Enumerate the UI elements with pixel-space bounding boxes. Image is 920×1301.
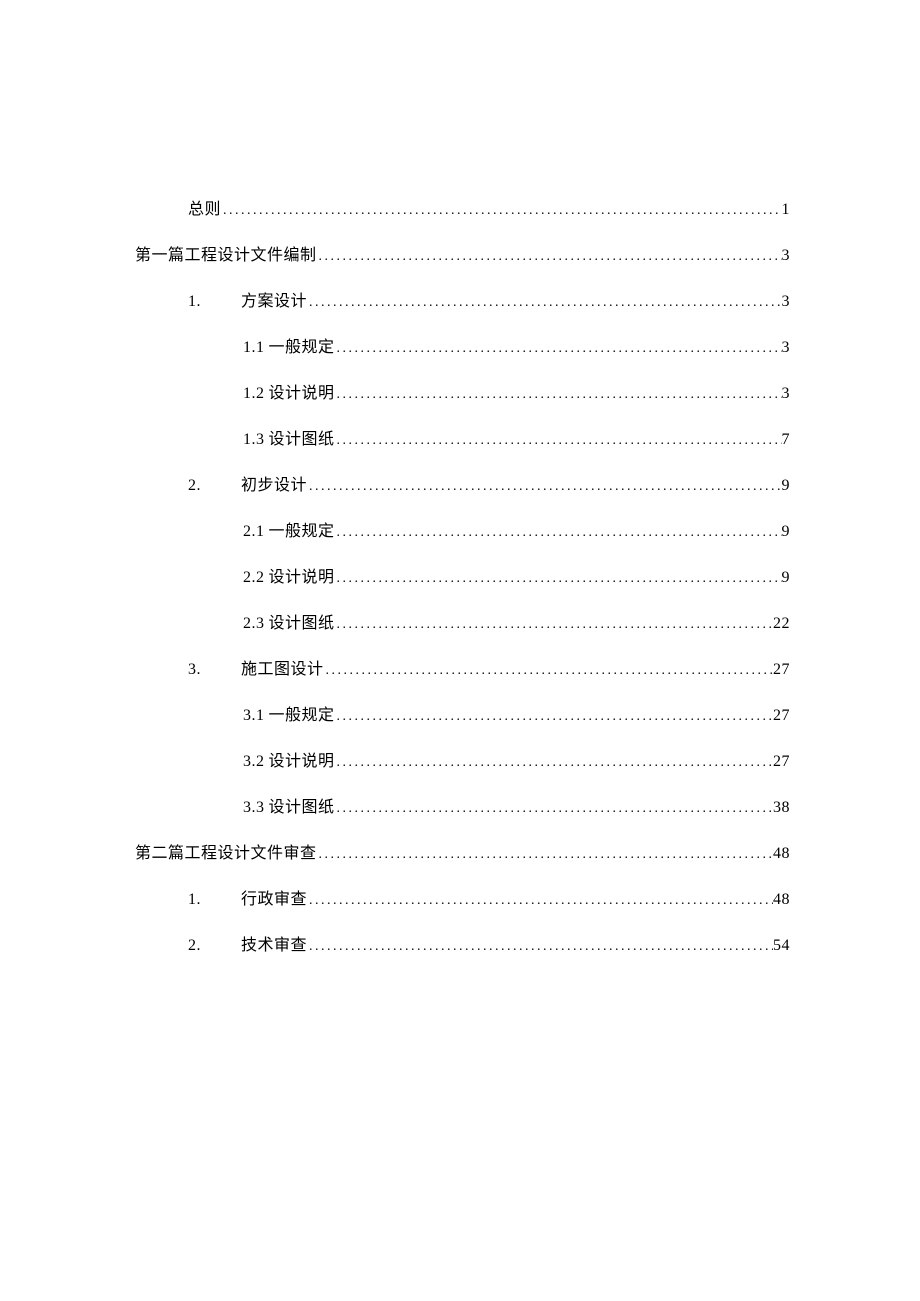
toc-page-number: 27 [773, 753, 790, 771]
toc-leader-dots [317, 249, 782, 265]
toc-number: 2. [188, 477, 241, 495]
toc-entry: 1.行政审查 48 [135, 885, 790, 909]
toc-leader-dots [324, 663, 773, 679]
toc-leader-dots [335, 709, 773, 725]
toc-label: 第一篇工程设计文件编制 [135, 241, 317, 265]
toc-page-number: 54 [773, 937, 790, 955]
toc-label: 方案设计 [241, 287, 307, 311]
toc-label: 技术审查 [241, 931, 307, 955]
toc-entry: 第二篇工程设计文件审查 48 [135, 839, 790, 863]
toc-label: 施工图设计 [241, 655, 324, 679]
toc-entry: 1.2设计说明 3 [135, 379, 790, 403]
toc-number: 1.3 [243, 431, 265, 449]
toc-entry: 3.1一般规定 27 [135, 701, 790, 725]
toc-leader-dots [335, 525, 782, 541]
toc-leader-dots [307, 295, 781, 311]
toc-leader-dots [335, 755, 773, 771]
toc-number: 1. [188, 293, 241, 311]
toc-label: 一般规定 [269, 701, 335, 725]
toc-number: 2.2 [243, 569, 265, 587]
toc-number: 3.2 [243, 753, 265, 771]
toc-entry: 2.1一般规定 9 [135, 517, 790, 541]
toc-page-number: 22 [773, 615, 790, 633]
toc-number: 1.2 [243, 385, 265, 403]
toc-page-number: 1 [782, 201, 791, 219]
toc-entry: 总则 1 [135, 195, 790, 219]
toc-label: 一般规定 [269, 333, 335, 357]
toc-leader-dots [335, 341, 782, 357]
toc-entry: 2.初步设计 9 [135, 471, 790, 495]
toc-page-number: 7 [782, 431, 791, 449]
toc-number: 3. [188, 661, 241, 679]
toc-page-number: 3 [782, 385, 791, 403]
table-of-contents: 总则1第一篇工程设计文件编制31.方案设计31.1一般规定31.2设计说明31.… [135, 195, 790, 955]
toc-entry: 1.3设计图纸 7 [135, 425, 790, 449]
toc-entry: 3.2设计说明 27 [135, 747, 790, 771]
toc-number: 1. [188, 891, 241, 909]
toc-page-number: 3 [782, 293, 791, 311]
toc-label: 第二篇工程设计文件审查 [135, 839, 317, 863]
toc-entry: 1.方案设计 3 [135, 287, 790, 311]
toc-leader-dots [307, 939, 773, 955]
toc-leader-dots [335, 433, 782, 449]
toc-page-number: 48 [773, 891, 790, 909]
toc-number: 2. [188, 937, 241, 955]
toc-label: 行政审查 [241, 885, 307, 909]
toc-entry: 2.2设计说明 9 [135, 563, 790, 587]
toc-leader-dots [335, 571, 782, 587]
toc-page-number: 38 [773, 799, 790, 817]
toc-page-number: 3 [782, 247, 791, 265]
toc-page-number: 27 [773, 707, 790, 725]
toc-number: 2.3 [243, 615, 265, 633]
toc-label: 设计说明 [269, 563, 335, 587]
toc-leader-dots [335, 387, 782, 403]
toc-leader-dots [335, 801, 773, 817]
toc-label: 一般规定 [269, 517, 335, 541]
toc-entry: 第一篇工程设计文件编制 3 [135, 241, 790, 265]
toc-label: 总则 [188, 195, 221, 219]
toc-number: 3.1 [243, 707, 265, 725]
toc-page-number: 9 [782, 477, 791, 495]
toc-entry: 2.技术审查 54 [135, 931, 790, 955]
toc-leader-dots [335, 617, 773, 633]
toc-entry: 1.1一般规定 3 [135, 333, 790, 357]
toc-page-number: 3 [782, 339, 791, 357]
toc-leader-dots [221, 203, 781, 219]
toc-number: 2.1 [243, 523, 265, 541]
toc-label: 设计图纸 [269, 609, 335, 633]
toc-page-number: 9 [782, 569, 791, 587]
toc-leader-dots [317, 847, 773, 863]
toc-page-number: 48 [773, 845, 790, 863]
toc-number: 3.3 [243, 799, 265, 817]
toc-page-number: 9 [782, 523, 791, 541]
toc-leader-dots [307, 893, 773, 909]
toc-label: 设计说明 [269, 747, 335, 771]
toc-leader-dots [307, 479, 781, 495]
toc-entry: 3.施工图设计 27 [135, 655, 790, 679]
toc-entry: 3.3设计图纸 38 [135, 793, 790, 817]
toc-label: 设计图纸 [269, 793, 335, 817]
toc-label: 设计图纸 [269, 425, 335, 449]
toc-entry: 2.3设计图纸 22 [135, 609, 790, 633]
toc-label: 设计说明 [269, 379, 335, 403]
toc-number: 1.1 [243, 339, 265, 357]
toc-label: 初步设计 [241, 471, 307, 495]
toc-page-number: 27 [773, 661, 790, 679]
